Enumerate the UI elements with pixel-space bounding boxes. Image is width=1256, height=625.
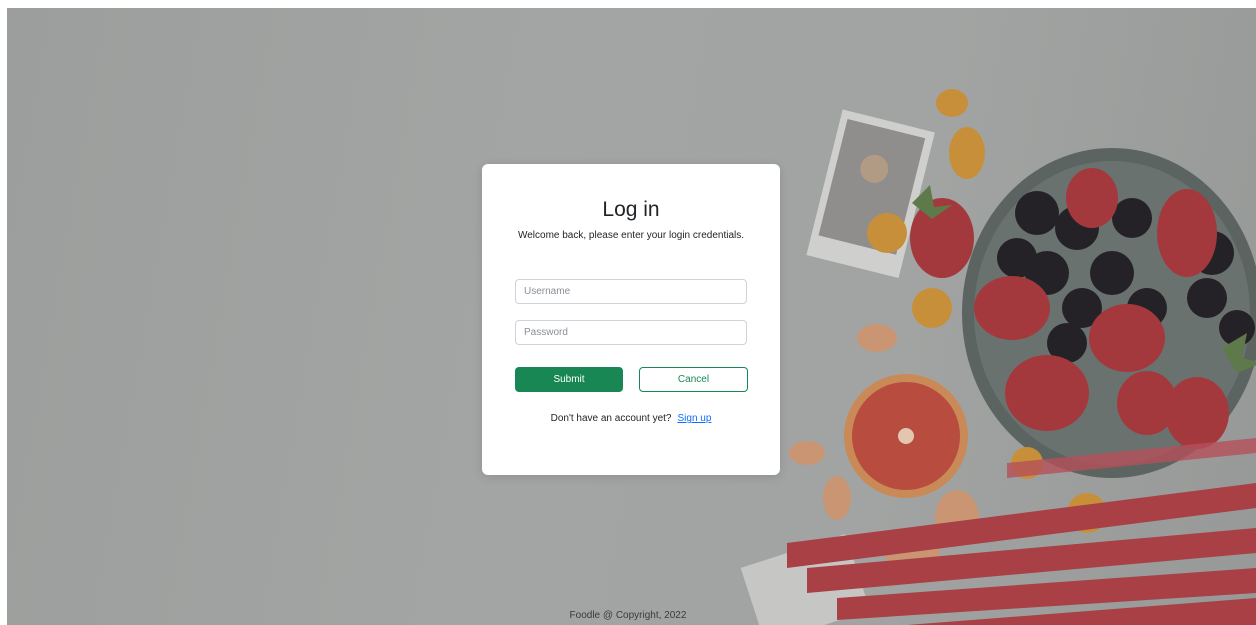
submit-button[interactable]: Submit [515, 367, 623, 392]
page-title: Log in [602, 198, 660, 221]
password-input[interactable] [515, 320, 747, 345]
login-subtitle: Welcome back, please enter your login cr… [517, 230, 745, 241]
signup-prompt: Don't have an account yet? [550, 413, 672, 424]
login-card: Log in Welcome back, please enter your l… [482, 164, 780, 475]
cancel-button[interactable]: Cancel [639, 367, 748, 392]
signup-row: Don't have an account yet? Sign up [482, 413, 780, 424]
footer-copyright: Foodle @ Copyright, 2022 [569, 610, 687, 621]
username-input[interactable] [515, 279, 747, 304]
signup-link[interactable]: Sign up [677, 413, 711, 424]
